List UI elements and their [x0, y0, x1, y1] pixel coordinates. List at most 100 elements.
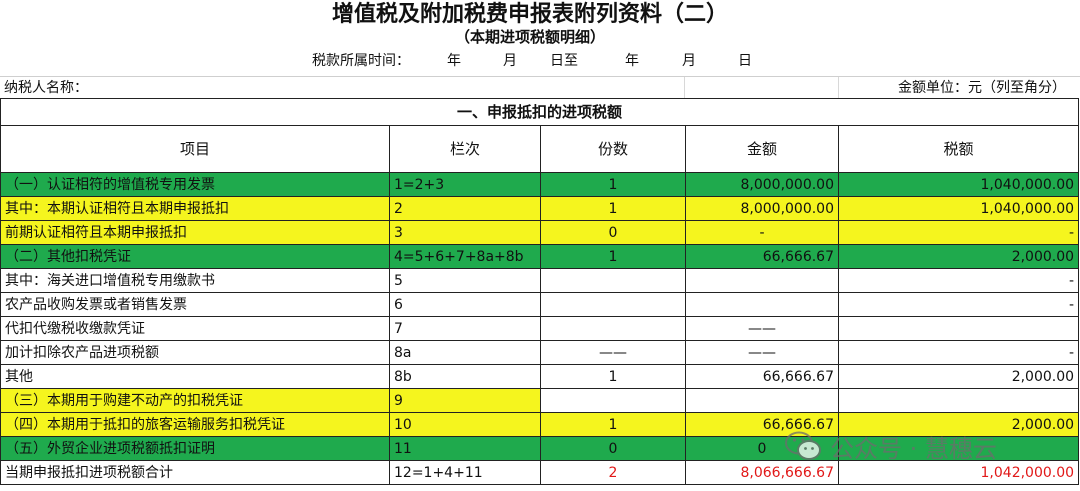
row-amount: —— — [685, 316, 839, 341]
row-tax: 1,040,000.00 — [837, 172, 1080, 197]
amount-unit-label: 金额单位：元（列至角分） — [898, 80, 1066, 96]
table-row: 当期申报抵扣进项税额合计 12=1+4+11 2 8,066,666.67 1,… — [0, 460, 1080, 485]
input-tax-table: 一、申报抵扣的进项税额 项目 栏次 份数 金额 税额 （一）认证相符的增值税专用… — [0, 98, 1080, 485]
row-count: 1 — [540, 172, 686, 197]
row-line: 10 — [389, 412, 541, 437]
table-row: 农产品收购发票或者销售发票 6 - — [0, 292, 1080, 317]
row-line: 8a — [389, 340, 541, 365]
row-item: 加计扣除农产品进项税额 — [0, 340, 390, 365]
taxpayer-name-label: 纳税人名称： — [4, 80, 88, 96]
row-line: 12=1+4+11 — [389, 460, 541, 485]
row-line: 5 — [389, 268, 541, 293]
row-line: 7 — [389, 316, 541, 341]
report-subtitle: （本期进项税额明细） — [454, 28, 605, 46]
row-item: 其中：海关进口增值税专用缴款书 — [0, 268, 390, 293]
row-tax: 2,000.00 — [837, 244, 1080, 269]
column-header-row: 项目 栏次 份数 金额 税额 — [0, 125, 1080, 173]
row-line: 9 — [389, 388, 541, 413]
row-item: 其他 — [0, 364, 390, 389]
row-amount: 66,666.67 — [685, 244, 839, 269]
row-amount: 66,666.67 — [685, 364, 839, 389]
row-tax: - — [837, 292, 1080, 317]
row-count: 0 — [540, 436, 686, 461]
report-title: 增值税及附加税费申报表附列资料（二） — [331, 1, 728, 27]
row-item: （五）外贸企业进项税额抵扣证明 — [0, 436, 390, 461]
row-item: （四）本期用于抵扣的旅客运输服务扣税凭证 — [0, 412, 390, 437]
table-row: 前期认证相符且本期申报抵扣 3 0 - - — [0, 220, 1080, 245]
table-row: 代扣代缴税收缴款凭证 7 —— — [0, 316, 1080, 341]
row-count: 1 — [540, 244, 686, 269]
row-item: 前期认证相符且本期申报抵扣 — [0, 220, 390, 245]
table-row: 其中：海关进口增值税专用缴款书 5 - — [0, 268, 1080, 293]
row-count: 1 — [540, 196, 686, 221]
row-line: 6 — [389, 292, 541, 317]
table-row: 其中：本期认证相符且本期申报抵扣 2 1 8,000,000.00 1,040,… — [0, 196, 1080, 221]
table-row: 加计扣除农产品进项税额 8a —— —— - — [0, 340, 1080, 365]
row-count — [540, 292, 686, 317]
row-tax: - — [837, 268, 1080, 293]
header-amount: 金额 — [685, 125, 839, 173]
divider — [838, 77, 839, 99]
row-item: 其中：本期认证相符且本期申报抵扣 — [0, 196, 390, 221]
period-year1: 年 — [447, 53, 461, 69]
row-amount: 8,066,666.67 — [685, 460, 839, 485]
header-item: 项目 — [0, 125, 390, 173]
watermark: 公众号 · 慧穗云 — [784, 428, 997, 464]
tax-period-line: 税款所属时间： 年 月 日至 年 月 日 — [0, 51, 1080, 71]
section-title: 一、申报抵扣的进项税额 — [0, 98, 1080, 126]
wechat-icon — [785, 431, 821, 460]
period-label: 税款所属时间： — [312, 53, 410, 69]
watermark-text: 公众号 · 慧穗云 — [830, 434, 997, 463]
row-count: 1 — [540, 364, 686, 389]
table-row: （一）认证相符的增值税专用发票 1=2+3 1 8,000,000.00 1,0… — [0, 172, 1080, 197]
header-tax: 税额 — [837, 125, 1080, 173]
header-line: 栏次 — [389, 125, 541, 173]
row-amount — [685, 268, 839, 293]
row-count — [540, 316, 686, 341]
row-item: 当期申报抵扣进项税额合计 — [0, 460, 390, 485]
report-sheet: 增值税及附加税费申报表附列资料（二） （本期进项税额明细） 税款所属时间： 年 … — [0, 0, 1080, 491]
header-count: 份数 — [540, 125, 686, 173]
row-tax: - — [837, 340, 1080, 365]
row-amount — [685, 292, 839, 317]
row-amount — [685, 388, 839, 413]
row-item: （三）本期用于购建不动产的扣税凭证 — [0, 388, 390, 413]
row-amount: 8,000,000.00 — [685, 172, 839, 197]
section-header-row: 一、申报抵扣的进项税额 — [0, 98, 1080, 126]
row-line: 11 — [389, 436, 541, 461]
row-count: 0 — [540, 220, 686, 245]
row-line: 8b — [389, 364, 541, 389]
period-year2: 年 — [625, 53, 639, 69]
row-count — [540, 388, 686, 413]
row-line: 2 — [389, 196, 541, 221]
table-row: （二）其他扣税凭证 4=5+6+7+8a+8b 1 66,666.67 2,00… — [0, 244, 1080, 269]
row-tax — [837, 316, 1080, 341]
row-count: 2 — [540, 460, 686, 485]
row-amount: —— — [685, 340, 839, 365]
row-tax — [837, 388, 1080, 413]
period-month2: 月 — [682, 53, 696, 69]
table-row: （三）本期用于购建不动产的扣税凭证 9 — [0, 388, 1080, 413]
row-amount: - — [685, 220, 839, 245]
row-item: 农产品收购发票或者销售发票 — [0, 292, 390, 317]
row-item: （二）其他扣税凭证 — [0, 244, 390, 269]
period-day-to: 日至 — [550, 53, 578, 69]
row-count — [540, 268, 686, 293]
row-tax: 1,042,000.00 — [837, 460, 1080, 485]
row-tax: - — [837, 220, 1080, 245]
row-line: 3 — [389, 220, 541, 245]
period-month1: 月 — [503, 53, 517, 69]
row-count: 1 — [540, 412, 686, 437]
period-day2: 日 — [738, 53, 752, 69]
row-line: 4=5+6+7+8a+8b — [389, 244, 541, 269]
info-bar: 纳税人名称： 金额单位：元（列至角分） — [0, 76, 1080, 99]
row-tax: 2,000.00 — [837, 364, 1080, 389]
divider — [684, 77, 685, 99]
row-line: 1=2+3 — [389, 172, 541, 197]
row-item: 代扣代缴税收缴款凭证 — [0, 316, 390, 341]
table-row: 其他 8b 1 66,666.67 2,000.00 — [0, 364, 1080, 389]
row-amount: 8,000,000.00 — [685, 196, 839, 221]
row-count: —— — [540, 340, 686, 365]
row-tax: 1,040,000.00 — [837, 196, 1080, 221]
row-item: （一）认证相符的增值税专用发票 — [0, 172, 390, 197]
